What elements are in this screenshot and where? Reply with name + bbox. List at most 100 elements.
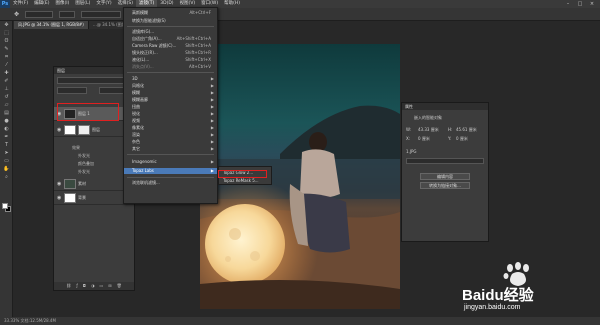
eraser-icon[interactable]: ▱ [0, 101, 13, 109]
menu-bar: Ps 文件(F) 编辑(E) 图像(I) 图层(L) 文字(Y) 选择(S) 滤… [0, 0, 600, 8]
menu-item-lens-correction[interactable]: 镜头校正(R)... Shift+Ctrl+R [124, 50, 217, 56]
edit-contents-button[interactable]: 编辑内容 [420, 173, 470, 180]
h-value[interactable]: 45.61 厘米 [456, 127, 477, 133]
path-select-icon[interactable]: ➤ [0, 149, 13, 157]
adjustment-icon[interactable]: ◑ [91, 282, 95, 290]
menu-item-convert-smart[interactable]: 转换为智能滤镜(S) [124, 18, 217, 24]
healing-icon[interactable]: ✚ [0, 69, 13, 77]
folder-icon[interactable]: ▭ [99, 282, 103, 290]
eyedropper-icon[interactable]: ⁄ [0, 61, 13, 69]
y-value[interactable]: 0 厘米 [456, 136, 468, 142]
mask-icon[interactable]: ◘ [83, 282, 86, 290]
align-buttons[interactable] [81, 10, 122, 18]
menu-image[interactable]: 图像(I) [52, 0, 72, 8]
submenu-topaz-remask[interactable]: Topaz ReMask 5... [219, 177, 271, 184]
minimize-icon[interactable]: – [562, 0, 574, 8]
menu-item-label: 液化(L)... [132, 57, 150, 62]
x-value[interactable]: 0 厘米 [418, 136, 430, 142]
menu-item-sharpen[interactable]: 锐化 ▶ [124, 111, 217, 117]
layer-comp-field[interactable] [406, 158, 484, 164]
menu-item-browse-online[interactable]: 浏览联机滤镜... [124, 180, 217, 186]
menu-item-label: Camera Raw 滤镜(C)... [132, 43, 177, 48]
new-layer-icon[interactable]: ⊞ [108, 282, 111, 290]
auto-select-dropdown[interactable] [25, 10, 54, 18]
quick-select-icon[interactable]: ✎ [0, 45, 13, 53]
menu-item-label: 滤镜库(G)... [132, 29, 155, 34]
crop-icon[interactable]: ⌗ [0, 53, 13, 61]
layer-row[interactable]: ◉ 图层 [54, 123, 134, 137]
visibility-eye-icon[interactable]: ◉ [57, 195, 62, 201]
foreground-color-swatch[interactable] [2, 203, 8, 209]
visibility-eye-icon[interactable]: ◉ [57, 127, 62, 133]
dodge-icon[interactable]: ◐ [0, 125, 13, 133]
lasso-icon[interactable]: ʘ [0, 37, 13, 45]
menu-item-label: 锐化 [132, 111, 140, 116]
fx-icon[interactable]: ƒ [76, 282, 77, 290]
chevron-right-icon: ▶ [210, 76, 214, 81]
menu-layer[interactable]: 图层(L) [72, 0, 93, 8]
transform-controls-checkbox[interactable] [59, 10, 76, 18]
menu-separator [127, 72, 214, 73]
move-tool-icon[interactable]: ✥ [14, 11, 19, 18]
menu-item-liquify[interactable]: 液化(L)... Shift+Ctrl+X [124, 57, 217, 63]
close-icon[interactable]: × [586, 0, 598, 8]
shape-icon[interactable]: ▭ [0, 157, 13, 165]
menu-file[interactable]: 文件(F) [10, 0, 31, 8]
menu-item-stylize[interactable]: 风格化 ▶ [124, 83, 217, 89]
menu-item-vanishing-point[interactable]: 消失点(V)... Alt+Ctrl+V [124, 64, 217, 70]
layer-thumbnail [64, 192, 76, 203]
effect-color-overlay[interactable]: 颜色叠加 [78, 161, 94, 167]
effects-label: 效果 [72, 145, 80, 150]
layers-panel-title[interactable]: 图层 [57, 67, 65, 74]
brush-icon[interactable]: ✐ [0, 77, 13, 85]
marquee-icon[interactable]: ⬚ [0, 29, 13, 37]
menu-separator [127, 154, 214, 155]
chevron-right-icon: ▶ [210, 111, 214, 116]
gradient-icon[interactable]: ▤ [0, 109, 13, 117]
history-brush-icon[interactable]: ↺ [0, 93, 13, 101]
convert-to-linked-button[interactable]: 转换为链接对象... [420, 182, 470, 189]
w-value[interactable]: 43.33 厘米 [418, 127, 439, 133]
menu-item-topaz-labs[interactable]: Topaz Labs ▶ [124, 168, 217, 174]
type-icon[interactable]: T [0, 141, 13, 149]
move-icon[interactable]: ✥ [0, 21, 13, 29]
maximize-icon[interactable]: □ [574, 0, 586, 8]
trash-icon[interactable]: 🗑 [117, 282, 122, 290]
pen-icon[interactable]: ✒ [0, 133, 13, 141]
chevron-right-icon: ▶ [210, 97, 214, 102]
smart-object-label: 嵌入的智能对象 [414, 115, 442, 120]
menu-item-3d[interactable]: 3D ▶ [124, 76, 217, 82]
menu-item-video[interactable]: 视频 ▶ [124, 118, 217, 124]
menu-help[interactable]: 帮助(H) [221, 0, 243, 8]
menu-item-filter-gallery[interactable]: 滤镜库(G)... [124, 29, 217, 35]
menu-item-render[interactable]: 渲染 ▶ [124, 132, 217, 138]
menu-item-last-filter[interactable]: 高斯模糊 Alt+Ctrl+F [124, 10, 217, 16]
link-icon[interactable]: ⛓ [66, 282, 71, 290]
blur-icon[interactable]: ● [0, 117, 13, 125]
blend-mode-dropdown[interactable] [57, 87, 87, 94]
menu-type[interactable]: 文字(Y) [93, 0, 114, 8]
menu-item-noise[interactable]: 杂色 ▶ [124, 139, 217, 145]
menu-item-distort[interactable]: 扭曲 ▶ [124, 104, 217, 110]
layer-filter-dropdown[interactable] [57, 77, 131, 84]
visibility-eye-icon[interactable]: ◉ [57, 181, 62, 187]
menu-item-other[interactable]: 其它 ▶ [124, 146, 217, 152]
menu-edit[interactable]: 编辑(E) [31, 0, 52, 8]
menu-item-camera-raw[interactable]: Camera Raw 滤镜(C)... Shift+Ctrl+A [124, 43, 217, 49]
layer-row[interactable]: ◉ 背景 [54, 191, 134, 205]
effect-outer-glow[interactable]: 外发光 [78, 153, 90, 159]
properties-panel-title[interactable]: 属性 [405, 103, 413, 110]
menu-item-imagenomic[interactable]: Imagenomic ▶ [124, 159, 217, 165]
effect-outer-glow-2[interactable]: 外发光 [78, 169, 90, 175]
zoom-icon[interactable]: ⌕ [0, 173, 13, 181]
tab-document-1[interactable]: 风.JPG @ 34.1% (图层 1, RGB/8#) [14, 21, 89, 29]
menu-item-blur[interactable]: 模糊 ▶ [124, 90, 217, 96]
menu-item-blur-gallery[interactable]: 模糊画廊 ▶ [124, 97, 217, 103]
layer-row[interactable]: ◉ 素材 [54, 177, 134, 191]
hand-icon[interactable]: ✋ [0, 165, 13, 173]
y-label: Y: [448, 136, 452, 141]
stamp-icon[interactable]: ⊥ [0, 85, 13, 93]
menu-item-adaptive-wide-angle[interactable]: 自适应广角(A)... Alt+Shift+Ctrl+A [124, 36, 217, 42]
menu-item-pixelate[interactable]: 像素化 ▶ [124, 125, 217, 131]
menu-item-label: 像素化 [132, 125, 144, 130]
